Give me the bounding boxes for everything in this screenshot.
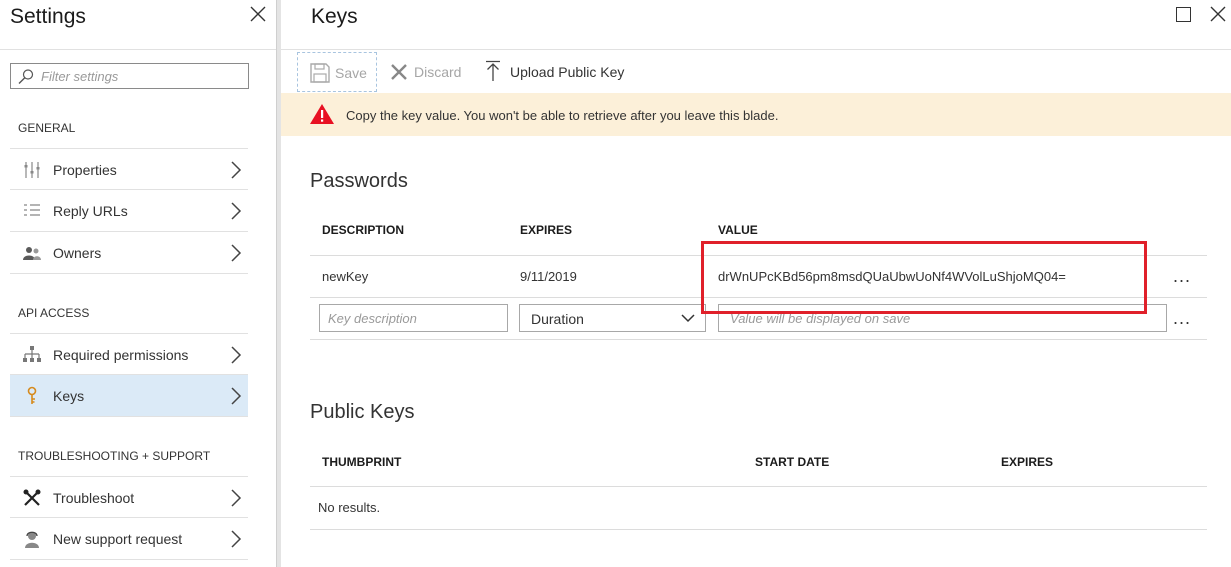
sidebar-item-owners[interactable]: Owners	[10, 232, 248, 274]
column-header-value: VALUE	[718, 223, 758, 237]
warning-icon	[310, 104, 334, 124]
warning-text: Copy the key value. You won't be able to…	[346, 108, 779, 123]
column-header-expires: EXPIRES	[1001, 455, 1054, 469]
upload-public-key-button[interactable]: Upload Public Key	[485, 52, 635, 92]
chevron-right-icon	[231, 244, 242, 262]
row-separator	[310, 339, 1207, 340]
support-person-icon	[25, 531, 39, 548]
sidebar-item-troubleshoot[interactable]: Troubleshoot	[10, 476, 248, 518]
page-title: Keys	[311, 5, 358, 28]
row-separator	[310, 529, 1207, 530]
sidebar-item-label: Required permissions	[53, 347, 189, 363]
list-icon	[24, 204, 40, 216]
settings-title: Settings	[10, 5, 86, 28]
maximize-icon[interactable]	[1176, 7, 1191, 22]
public-keys-heading: Public Keys	[310, 401, 415, 423]
close-icon[interactable]	[1210, 4, 1226, 26]
upload-icon	[486, 60, 500, 81]
sidebar-item-label: Reply URLs	[53, 203, 128, 219]
column-header-expires: EXPIRES	[520, 223, 573, 237]
key-description-placeholder: Key description	[328, 311, 417, 326]
column-header-thumbprint: THUMBPRINT	[322, 455, 402, 469]
save-label: Save	[335, 65, 367, 81]
password-description: newKey	[322, 269, 369, 284]
column-header-description: DESCRIPTION	[322, 223, 405, 237]
wrench-icon	[23, 489, 41, 506]
chevron-right-icon	[231, 202, 242, 220]
save-icon	[310, 63, 330, 83]
sidebar-item-label: Troubleshoot	[53, 490, 135, 506]
no-results-text: No results.	[318, 500, 381, 515]
duration-select[interactable]: Duration	[519, 304, 706, 332]
chevron-right-icon	[231, 530, 242, 548]
settings-blade: Settings Filter settings GENERAL Propert…	[0, 0, 276, 567]
password-expires: 9/11/2019	[520, 269, 577, 284]
users-icon	[23, 247, 41, 260]
header-separator	[281, 49, 1231, 50]
passwords-heading: Passwords	[310, 170, 408, 192]
section-troubleshooting: TROUBLESHOOTING + SUPPORT	[18, 449, 211, 463]
chevron-down-icon	[681, 314, 695, 323]
search-icon	[18, 69, 34, 84]
sidebar-item-label: Keys	[53, 388, 85, 404]
filter-placeholder: Filter settings	[41, 69, 119, 84]
new-row-more-button[interactable]: ...	[1173, 308, 1191, 329]
section-general: GENERAL	[18, 121, 76, 135]
upload-label: Upload Public Key	[510, 64, 625, 80]
settings-header: Settings	[0, 0, 276, 50]
save-button[interactable]: Save	[297, 52, 377, 92]
settings-close-icon[interactable]	[250, 4, 266, 26]
sidebar-item-reply-urls[interactable]: Reply URLs	[10, 190, 248, 232]
duration-value: Duration	[531, 311, 584, 327]
row-separator	[310, 486, 1207, 487]
key-icon	[27, 386, 37, 404]
chevron-right-icon	[231, 161, 242, 179]
chevron-right-icon	[231, 489, 242, 507]
filter-settings-input[interactable]: Filter settings	[10, 63, 249, 89]
password-value[interactable]: drWnUPcKBd56pm8msdQUaUbwUoNf4WVolLuShjoM…	[718, 269, 1066, 284]
properties-icon	[24, 162, 40, 178]
sidebar-item-label: Properties	[53, 162, 117, 178]
warning-banner: Copy the key value. You won't be able to…	[281, 93, 1231, 136]
sidebar-item-label: Owners	[53, 245, 102, 261]
hierarchy-icon	[23, 346, 41, 362]
column-header-start-date: START DATE	[755, 455, 830, 469]
discard-label: Discard	[414, 64, 462, 80]
key-description-input[interactable]: Key description	[319, 304, 508, 332]
section-api-access: API ACCESS	[18, 306, 90, 320]
row-more-button[interactable]: ...	[1173, 266, 1191, 287]
key-value-placeholder: Value will be displayed on save	[730, 311, 911, 326]
sidebar-item-keys[interactable]: Keys	[10, 375, 248, 417]
discard-icon	[391, 64, 407, 80]
chevron-right-icon	[231, 387, 242, 405]
chevron-right-icon	[231, 346, 242, 364]
sidebar-item-properties[interactable]: Properties	[10, 148, 248, 190]
sidebar-item-new-support-request[interactable]: New support request	[10, 518, 248, 560]
discard-button[interactable]: Discard	[386, 52, 466, 92]
row-separator	[310, 255, 1207, 256]
sidebar-item-required-permissions[interactable]: Required permissions	[10, 333, 248, 375]
keys-blade: Keys Save Discard Upload Public Key Copy…	[281, 0, 1231, 567]
key-value-field: Value will be displayed on save	[718, 304, 1167, 332]
row-separator	[310, 297, 1207, 298]
sidebar-item-label: New support request	[53, 531, 183, 547]
